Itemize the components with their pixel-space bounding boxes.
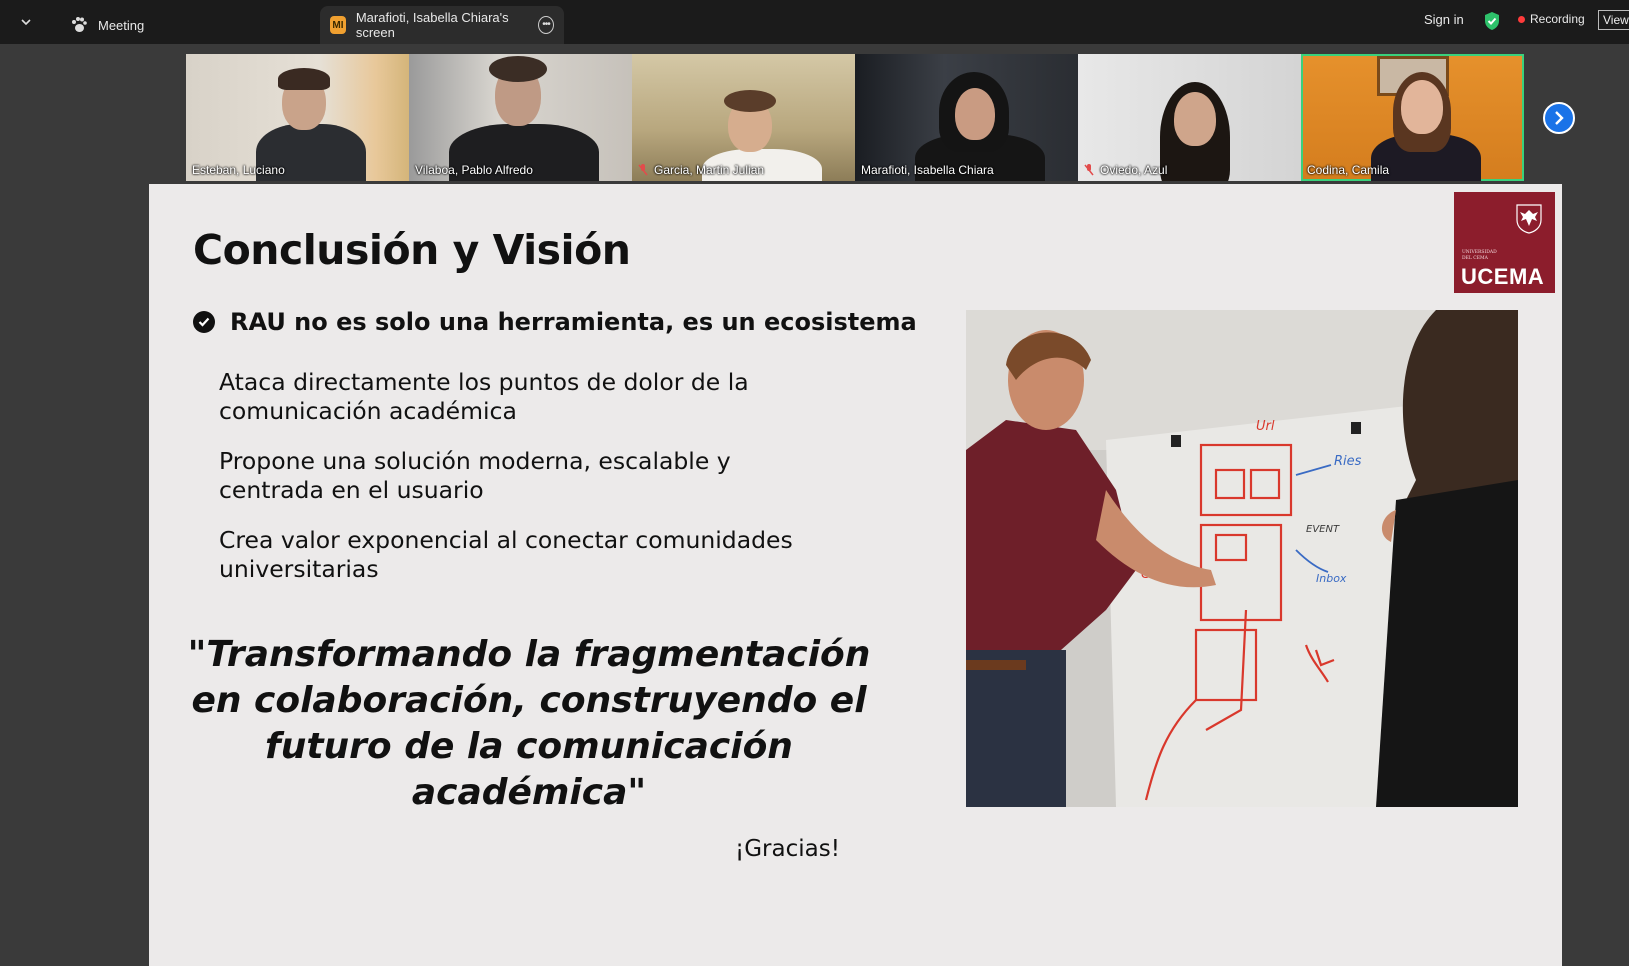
chevron-right-icon	[1555, 111, 1564, 125]
meeting-top-bar: Meeting MI Marafioti, Isabella Chiara's …	[0, 0, 1629, 44]
whiteboard-word: EVENT	[1306, 524, 1340, 535]
whiteboard-word: Url	[1256, 419, 1275, 434]
participant-video-strip: Esteban, Luciano Vilaboa, Pablo Alfredo …	[186, 54, 1524, 182]
more-options-icon[interactable]: •••	[537, 16, 554, 34]
chevron-down-icon[interactable]	[14, 12, 38, 32]
tab-meeting-label: Meeting	[98, 17, 145, 33]
tab-shared-screen-label: Marafioti, Isabella Chiara's screen	[355, 10, 509, 40]
whiteboard-photo: Url Ries EVENT Content Inbox	[966, 310, 1518, 807]
participant-name: Esteban, Luciano	[192, 163, 285, 177]
check-circle-icon	[193, 311, 215, 333]
closing-quote: "Transformando la fragmentación en colab…	[187, 634, 871, 813]
whiteboard-word: Inbox	[1316, 572, 1347, 585]
main-bullet-text: RAU no es solo una herramienta, es un ec…	[230, 308, 917, 336]
view-button[interactable]: View	[1598, 10, 1629, 30]
thanks-text: ¡Gracias!	[735, 836, 840, 862]
participant-tile[interactable]: Oviedo, Azul	[1078, 54, 1301, 181]
participant-tile[interactable]: Esteban, Luciano	[186, 54, 409, 181]
participant-name: Codina, Camila	[1307, 163, 1390, 177]
participant-tile[interactable]: Garcia, Martin Julian	[632, 54, 855, 181]
sub-point: Propone una solución moderna, escalable …	[219, 447, 731, 504]
participant-tile[interactable]: Vilaboa, Pablo Alfredo	[409, 54, 632, 181]
whiteboard-word: Ries	[1334, 454, 1362, 469]
tab-shared-screen[interactable]: MI Marafioti, Isabella Chiara's screen •…	[320, 6, 564, 44]
recording-label: Recording	[1530, 12, 1585, 26]
muted-mic-icon	[1084, 164, 1094, 176]
main-bullet: RAU no es solo una herramienta, es un ec…	[193, 308, 917, 336]
logo-wordmark: UCEMA	[1461, 264, 1545, 289]
next-participants-button[interactable]	[1543, 102, 1575, 134]
shared-screen-slide: Conclusión y Visión UNIVERSIDAD DEL CEMA…	[149, 184, 1562, 966]
sub-point: Ataca directamente los puntos de dolor d…	[219, 368, 749, 425]
participant-name: Garcia, Martin Julian	[638, 163, 764, 177]
participant-tile[interactable]: Marafioti, Isabella Chiara	[855, 54, 1078, 181]
participant-name: Marafioti, Isabella Chiara	[861, 163, 994, 177]
muted-mic-icon	[638, 164, 648, 176]
tab-meeting[interactable]: Meeting	[60, 6, 310, 44]
shield-check-icon[interactable]	[1483, 11, 1501, 31]
eagle-crest-icon	[1516, 204, 1542, 234]
participant-tile-active-speaker[interactable]: Codina, Camila	[1301, 54, 1524, 181]
sub-point: Crea valor exponencial al conectar comun…	[219, 526, 793, 583]
sign-in-button[interactable]: Sign in	[1424, 12, 1464, 27]
recording-dot-icon	[1518, 15, 1525, 23]
ucema-logo: UNIVERSIDAD DEL CEMA UCEMA	[1454, 192, 1555, 293]
recording-indicator[interactable]: Recording	[1518, 12, 1585, 26]
participant-name: Oviedo, Azul	[1084, 163, 1167, 177]
slide-title: Conclusión y Visión	[193, 226, 631, 274]
meeting-paw-icon	[72, 17, 87, 32]
presenter-avatar-badge: MI	[330, 16, 346, 34]
logo-university-text: UNIVERSIDAD DEL CEMA	[1462, 250, 1497, 261]
participant-name: Vilaboa, Pablo Alfredo	[415, 163, 533, 177]
